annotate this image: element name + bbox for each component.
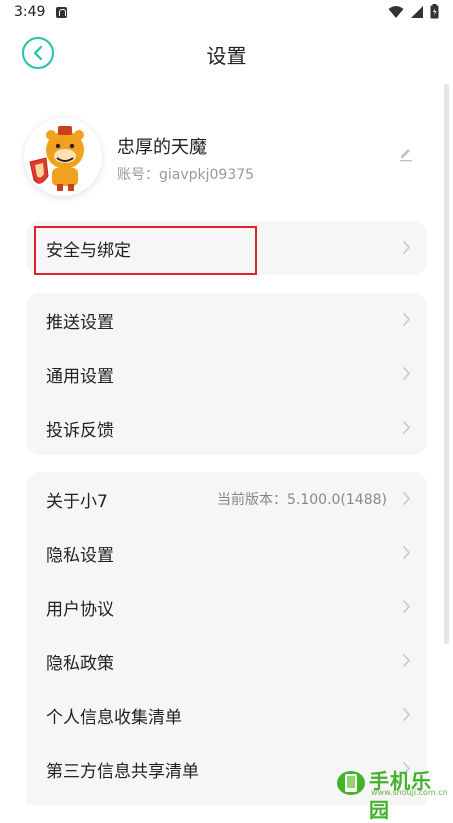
menu-item-label: 投诉反馈 — [46, 421, 114, 441]
profile-section: 忠厚的天魔 账号：giavpkj09375 — [24, 118, 424, 198]
menu-item-label: 个人信息收集清单 — [46, 708, 182, 728]
chevron-right-icon — [403, 367, 410, 380]
phone-logo-icon — [337, 771, 365, 795]
signal-icon — [411, 5, 423, 18]
about-card: 关于小7 当前版本：5.100.0(1488) 隐私设置 用户协议 隐私政策 个… — [26, 472, 427, 805]
status-icons — [388, 4, 439, 19]
account-label: 账号： — [117, 167, 159, 183]
menu-item-feedback[interactable]: 投诉反馈 — [26, 401, 427, 455]
chevron-right-icon — [403, 492, 410, 505]
menu-item-label: 隐私设置 — [46, 546, 114, 566]
notification-a-icon — [56, 7, 67, 18]
version-text: 当前版本：5.100.0(1488) — [217, 492, 387, 508]
chevron-right-icon — [403, 600, 410, 613]
account-id: giavpkj09375 — [159, 167, 255, 183]
general-settings-card: 推送设置 通用设置 投诉反馈 — [26, 293, 427, 455]
scrollbar[interactable] — [444, 84, 449, 644]
status-bar: 3:49 — [0, 0, 453, 26]
header: 设置 — [0, 26, 453, 82]
tiger-mascot-icon — [29, 126, 84, 191]
menu-item-general-settings[interactable]: 通用设置 — [26, 347, 427, 401]
username: 忠厚的天魔 — [117, 137, 207, 158]
chevron-right-icon — [403, 654, 410, 667]
menu-item-privacy-policy[interactable]: 隐私政策 — [26, 634, 427, 688]
menu-item-user-agreement[interactable]: 用户协议 — [26, 580, 427, 634]
pencil-edit-icon[interactable] — [398, 146, 414, 162]
chevron-right-icon — [403, 241, 410, 254]
menu-item-label: 推送设置 — [46, 313, 114, 333]
battery-icon — [430, 4, 439, 19]
wifi-icon — [388, 5, 404, 18]
chevron-right-icon — [403, 546, 410, 559]
menu-item-about[interactable]: 关于小7 当前版本：5.100.0(1488) — [26, 472, 427, 526]
page-title: 设置 — [206, 44, 247, 68]
watermark: 手机乐园 www.shouji.com.cn — [335, 765, 448, 822]
menu-item-privacy-settings[interactable]: 隐私设置 — [26, 526, 427, 580]
watermark-url: www.shouji.com.cn — [371, 788, 448, 797]
menu-item-label: 第三方信息共享清单 — [46, 762, 199, 782]
menu-item-personal-info-list[interactable]: 个人信息收集清单 — [26, 688, 427, 742]
chevron-right-icon — [403, 708, 410, 721]
menu-item-label: 关于小7 — [46, 492, 108, 512]
highlight-box — [34, 226, 257, 275]
status-time: 3:49 — [14, 4, 46, 20]
chevron-right-icon — [403, 421, 410, 434]
menu-item-label: 用户协议 — [46, 600, 114, 620]
menu-item-label: 隐私政策 — [46, 654, 114, 674]
avatar[interactable] — [24, 118, 102, 196]
menu-item-push-settings[interactable]: 推送设置 — [26, 293, 427, 347]
chevron-right-icon — [403, 313, 410, 326]
account-row: 账号：giavpkj09375 — [117, 164, 254, 184]
menu-item-label: 通用设置 — [46, 367, 114, 387]
